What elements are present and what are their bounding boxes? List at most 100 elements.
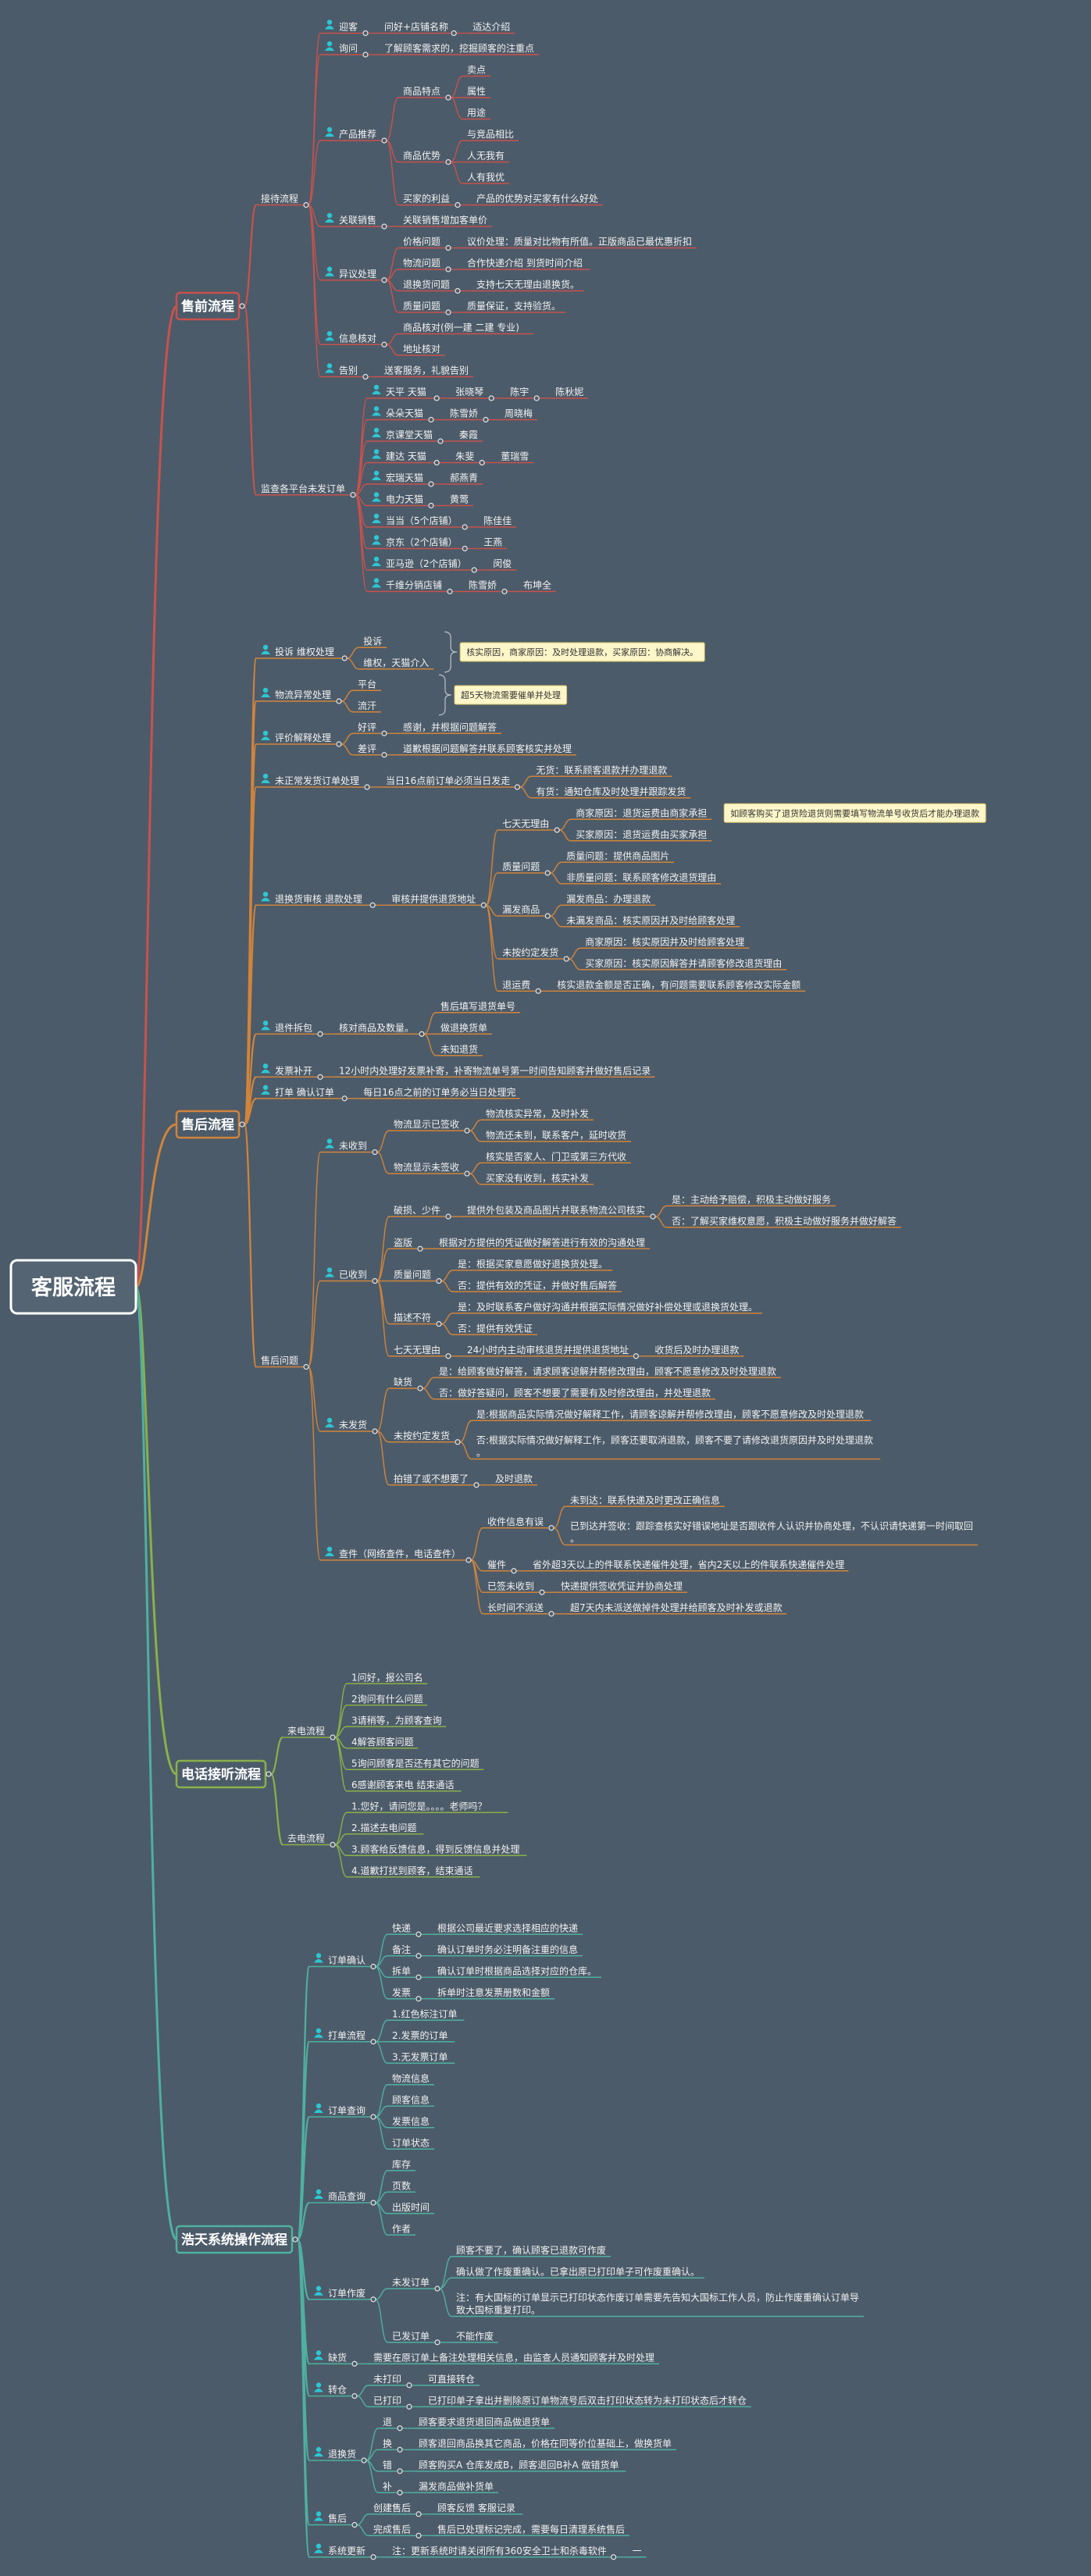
expand-dot[interactable] <box>563 956 569 962</box>
leaf-node[interactable]: 用途 <box>462 107 490 120</box>
expand-dot[interactable] <box>415 2532 422 2539</box>
topic-node[interactable]: 宏瑞天猫 <box>367 470 428 485</box>
topic-node[interactable]: 价格问题 <box>398 236 445 249</box>
leaf-node[interactable]: 人无我有 <box>462 151 509 163</box>
leaf-node[interactable]: 确认订单时务必注明备注重的信息 <box>433 1944 583 1957</box>
topic-node[interactable]: 异议处理 <box>320 266 381 281</box>
expand-dot[interactable] <box>370 2296 376 2303</box>
root-node[interactable]: 客服流程 <box>9 1259 137 1315</box>
expand-dot[interactable] <box>341 655 348 661</box>
topic-node[interactable]: 已收到 <box>320 1267 372 1282</box>
topic-node[interactable]: 评价解释处理 <box>256 730 336 745</box>
leaf-node[interactable]: 售后填写退货单号 <box>436 1000 520 1014</box>
leaf-node[interactable]: 与竞品相比 <box>462 129 519 141</box>
expand-dot[interactable] <box>479 459 485 466</box>
leaf-node[interactable]: 2.发票的订单 <box>387 2029 455 2043</box>
leaf-node[interactable]: 无货：联系顾客退款并办理退款 <box>531 764 672 777</box>
leaf-node[interactable]: 送客服务，礼貌告别 <box>380 365 473 378</box>
topic-node[interactable]: 当日16点前订单必须当日发走 <box>381 775 515 788</box>
leaf-node[interactable]: 页数 <box>387 2179 415 2193</box>
leaf-node[interactable]: 郝燕青 <box>445 472 483 485</box>
leaf-node[interactable]: 否:根据实际情况做好解释工作，顾客还要取消退款，顾客不要了请修改退货原因并及时处… <box>472 1434 881 1460</box>
expand-dot[interactable] <box>381 277 387 283</box>
expand-dot[interactable] <box>436 1320 442 1327</box>
topic-node[interactable]: 创建售后 <box>369 2502 415 2515</box>
expand-dot[interactable] <box>455 287 461 294</box>
expand-dot[interactable] <box>239 1121 245 1128</box>
expand-dot[interactable] <box>445 159 451 166</box>
leaf-node[interactable]: 拆单时注意发票册数和金额 <box>433 1986 554 2000</box>
expand-dot[interactable] <box>445 94 451 101</box>
expand-dot[interactable] <box>451 30 457 37</box>
expand-dot[interactable] <box>554 827 560 833</box>
expand-dot[interactable] <box>362 373 369 380</box>
leaf-node[interactable]: 物流信息 <box>387 2072 434 2086</box>
topic-node[interactable]: 监查各平台未发订单 <box>256 483 350 496</box>
topic-node[interactable]: 迎客 <box>320 20 362 34</box>
leaf-node[interactable]: 1问好，报公司名 <box>347 1671 428 1684</box>
topic-node[interactable]: 好评 <box>353 721 381 734</box>
topic-node[interactable]: 张晓琴 <box>451 387 489 399</box>
expand-dot[interactable] <box>397 2468 403 2474</box>
topic-node[interactable]: 错 <box>378 2460 397 2472</box>
expand-dot[interactable] <box>428 502 434 509</box>
expand-dot[interactable] <box>266 1771 272 1777</box>
topic-node[interactable]: 未收到 <box>320 1138 372 1153</box>
leaf-node[interactable]: 2.描述去电问题 <box>347 1822 424 1835</box>
expand-dot[interactable] <box>362 30 369 37</box>
expand-dot[interactable] <box>406 2403 412 2410</box>
leaf-node[interactable]: 确认做了作废重确认。已拿出原已打印单子可作废重确认。 <box>451 2265 704 2278</box>
topic-node[interactable]: 换 <box>378 2438 397 2450</box>
leaf-node[interactable]: 3.无发票订单 <box>387 2050 455 2064</box>
leaf-node[interactable]: 否：做好答疑问，顾客不想要了需要有及时修改理由，并处理退款 <box>434 1387 715 1400</box>
expand-dot[interactable] <box>350 492 356 498</box>
leaf-node[interactable]: 产品的优势对买家有什么好处 <box>472 193 603 206</box>
leaf-node[interactable]: 确认订单时根据商品选择对应的仓库。 <box>433 1965 601 1978</box>
expand-dot[interactable] <box>417 1385 423 1391</box>
leaf-node[interactable]: 闵俊 <box>488 558 517 571</box>
topic-node[interactable]: 未发订单 <box>387 2276 434 2289</box>
expand-dot[interactable] <box>381 341 387 347</box>
expand-dot[interactable] <box>548 1525 554 1531</box>
leaf-node[interactable]: 商品核对(例一建 二建 专业) <box>398 322 533 335</box>
leaf-node[interactable]: 5询问顾客是否还有其它的问题 <box>347 1757 484 1770</box>
expand-dot[interactable] <box>433 459 440 466</box>
topic-node[interactable]: 缺货 <box>309 2350 351 2364</box>
leaf-node[interactable]: 及时退款 <box>490 1473 537 1486</box>
topic-node[interactable]: 盗版 <box>389 1236 417 1249</box>
expand-dot[interactable] <box>381 137 387 144</box>
expand-dot[interactable] <box>415 1974 422 1980</box>
leaf-node[interactable]: 未漏发商品：核实原因并及时给顾客处理 <box>562 914 740 928</box>
expand-dot[interactable] <box>370 2200 376 2206</box>
expand-dot[interactable] <box>336 741 342 747</box>
expand-dot[interactable] <box>464 1128 470 1134</box>
expand-dot[interactable] <box>369 902 376 908</box>
topic-node[interactable]: 售后 <box>309 2511 351 2526</box>
expand-dot[interactable] <box>428 416 434 423</box>
topic-node[interactable]: 物流显示已签收 <box>389 1118 464 1131</box>
topic-node[interactable]: 商品优势 <box>398 150 445 163</box>
expand-dot[interactable] <box>455 1439 461 1445</box>
expand-dot[interactable] <box>370 2554 376 2560</box>
leaf-node[interactable]: 黄莺 <box>445 494 473 507</box>
leaf-node[interactable]: 不能作废 <box>451 2330 498 2343</box>
leaf-node[interactable]: 核实退款金额是否正确，有问题需要联系顾客修改实际金额 <box>552 978 806 992</box>
topic-node[interactable]: 退换货审核 退款处理 <box>256 892 370 906</box>
expand-dot[interactable] <box>406 2382 412 2389</box>
leaf-node[interactable]: 顾客反馈 客服记录 <box>433 2502 523 2515</box>
topic-node[interactable]: 备注 <box>387 1944 415 1957</box>
leaf-node[interactable]: 有货：通知仓库及时处理并跟踪发货 <box>531 786 691 799</box>
topic-node[interactable]: 电力天猫 <box>367 492 428 507</box>
expand-dot[interactable] <box>415 1996 422 2002</box>
topic-node[interactable]: 拆单 <box>387 1965 415 1978</box>
expand-dot[interactable] <box>372 1149 378 1156</box>
topic-node[interactable]: 关联销售 <box>320 212 381 227</box>
topic-node[interactable]: 退运费 <box>497 979 536 992</box>
expand-dot[interactable] <box>548 1611 554 1617</box>
leaf-node[interactable]: 出版时间 <box>387 2202 434 2214</box>
topic-node[interactable]: 核对商品及数量。 <box>334 1021 419 1035</box>
expand-dot[interactable] <box>445 244 451 251</box>
expand-dot[interactable] <box>434 2286 440 2292</box>
topic-node[interactable]: 补 <box>378 2481 397 2493</box>
topic-node[interactable]: 接待流程 <box>256 193 303 206</box>
